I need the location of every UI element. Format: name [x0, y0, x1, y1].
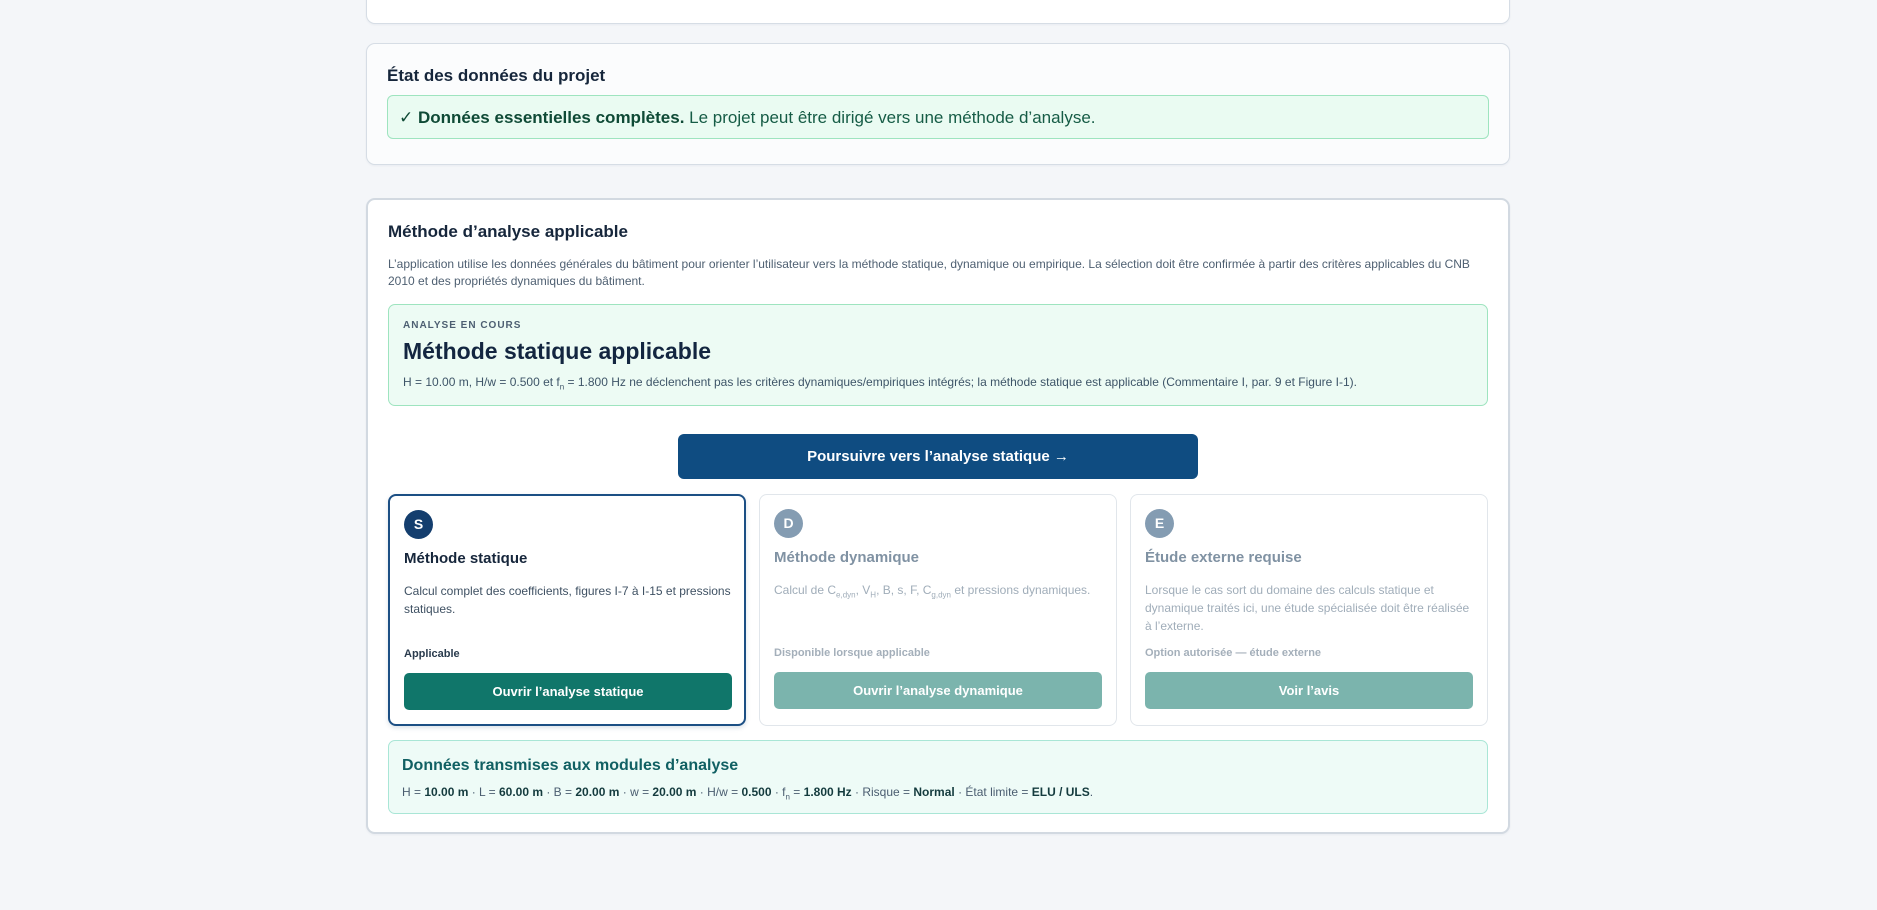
transmitted-data-panel: Données transmises aux modules d’analyse…	[388, 740, 1488, 814]
static-badge: S	[404, 510, 433, 539]
analysis-title: Méthode statique applicable	[403, 338, 711, 364]
status-message-bold: ✓ Données essentielles complètes.	[399, 108, 685, 127]
analysis-explanation: H = 10.00 m, H/w = 0.500 et fn = 1.800 H…	[403, 375, 1357, 392]
option-description: Lorsque le cas sort du domaine des calcu…	[1145, 583, 1470, 633]
method-card-description: L’application utilise les données généra…	[388, 257, 1470, 288]
option-status: Option autorisée — étude externe	[1145, 647, 1322, 659]
status-card-title: État des données du projet	[387, 66, 606, 85]
proceed-static-analysis-button[interactable]: Poursuivre vers l’analyse statique →	[678, 434, 1198, 479]
status-message-text: Le projet peut être dirigé vers une méth…	[684, 108, 1096, 127]
previous-card	[366, 0, 1510, 24]
open-dynamic-analysis-button[interactable]: Ouvrir l’analyse dynamique	[774, 672, 1102, 709]
dynamic-badge: D	[774, 509, 803, 538]
project-data-status-card: État des données du projet ✓ Données ess…	[366, 43, 1510, 165]
method-card-title: Méthode d’analyse applicable	[388, 222, 628, 241]
option-status: Disponible lorsque applicable	[774, 647, 930, 659]
transmitted-data-values: H = 10.00 m · L = 60.00 m · B = 20.00 m …	[402, 785, 1094, 802]
external-badge: E	[1145, 509, 1174, 538]
option-title: Méthode dynamique	[774, 549, 920, 566]
option-static-method[interactable]: S Méthode statique Calcul complet des co…	[388, 494, 746, 726]
view-notice-button[interactable]: Voir l’avis	[1145, 672, 1473, 709]
status-message: ✓ Données essentielles complètes. Le pro…	[387, 95, 1489, 139]
open-static-analysis-button[interactable]: Ouvrir l’analyse statique	[404, 673, 732, 710]
option-dynamic-method[interactable]: D Méthode dynamique Calcul de Ce,dyn, VH…	[759, 494, 1117, 726]
option-external-study[interactable]: E Étude externe requise Lorsque le cas s…	[1130, 494, 1488, 726]
analysis-method-card: Méthode d’analyse applicable L’applicati…	[366, 198, 1510, 834]
option-description: Calcul de Ce,dyn, VH, B, s, F, Cg,dyn et…	[774, 583, 1091, 600]
transmitted-data-title: Données transmises aux modules d’analyse	[402, 757, 739, 774]
option-description: Calcul complet des coefficients, figures…	[404, 584, 731, 616]
analysis-kicker: ANALYSE EN COURS	[403, 320, 522, 331]
option-status: Applicable	[404, 648, 460, 660]
option-title: Étude externe requise	[1145, 549, 1302, 566]
option-title: Méthode statique	[404, 550, 528, 567]
current-analysis-panel: ANALYSE EN COURS Méthode statique applic…	[388, 304, 1488, 406]
